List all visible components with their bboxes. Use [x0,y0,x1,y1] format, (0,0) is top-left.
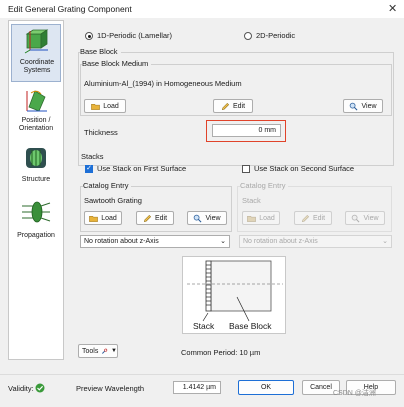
chevron-down-icon: ⌄ [220,238,226,245]
validity-label: Validity: [8,384,34,393]
medium-load-button[interactable]: Load [84,99,126,113]
second-stack-load-label: Load [259,214,275,222]
diagram-base-block-label: Base Block [229,321,272,331]
medium-view-label: View [361,102,377,110]
nav-item-label: Propagation [17,232,55,239]
second-stack-edit-label: Edit [312,214,326,222]
thickness-input[interactable]: 0 mm [212,124,281,137]
folder-icon [91,103,101,110]
catalog-entry-left-title: Catalog Entry [83,181,132,190]
magnifier-icon [352,214,360,222]
close-icon[interactable]: ✕ [388,2,397,15]
chevron-down-icon: ⌄ [382,238,388,245]
radio-1d-periodic-label: 1D-Periodic (Lamellar) [97,31,173,40]
diagram-stack-label: Stack [193,321,215,331]
stack-load-label: Load [101,214,117,222]
medium-value: Aluminium-Al_(1994) in Homogeneous Mediu… [84,79,242,88]
thickness-label: Thickness [84,128,118,137]
stack-load-button[interactable]: Load [84,211,122,225]
pencil-icon [221,102,230,110]
first-surface-label: Use Stack on First Surface [97,164,187,173]
catalog-entry-right-group [237,186,392,232]
second-stack-view-label: View [363,214,379,222]
window-title: Edit General Grating Component [8,4,132,14]
preview-wavelength-label: Preview Wavelength [76,384,145,393]
preview-wavelength-input[interactable]: 1.4142 µm [173,381,221,394]
radio-2d-periodic-label: 2D-Periodic [256,31,296,40]
folder-icon [89,215,99,222]
medium-edit-label: Edit [232,102,246,110]
tools-icon [102,348,108,354]
nav-item-label: Coordinate Systems [19,59,55,74]
position-orientation-icon [26,90,47,112]
second-stack-edit-button[interactable]: Edit [294,211,332,225]
valid-check-icon [35,383,45,393]
chevron-down-icon: ▼ [111,348,117,354]
common-period: Common Period: 10 µm [181,348,261,357]
base-block-medium-title: Base Block Medium [82,59,152,68]
magnifier-icon [194,214,202,222]
radio-2d-periodic[interactable] [244,32,252,40]
second-stack-rotation-value: No rotation about z-Axis [243,238,318,245]
second-stack-view-button[interactable]: View [345,211,385,225]
catalog-entry-right-title: Catalog Entry [240,181,289,190]
first-surface-checkbox[interactable]: ✓ [85,165,93,173]
medium-edit-button[interactable]: Edit [213,99,253,113]
category-nav: Coordinate Systems Position / Orientatio… [8,20,64,360]
nav-item-label: Structure [21,176,51,183]
tools-label: Tools [82,347,99,355]
coordinate-systems-icon [24,29,49,54]
second-stack-load-button[interactable]: Load [242,211,280,225]
pencil-icon [301,214,310,222]
nav-item-structure[interactable]: Structure [11,143,61,189]
catalog-right-name: Stack [242,196,261,205]
pencil-icon [143,214,152,222]
stack-rotation-value: No rotation about z-Axis [84,238,159,245]
nav-item-label: Position / Orientation [18,117,54,132]
propagation-icon [22,201,51,223]
nav-item-coordinate-systems[interactable]: Coordinate Systems [11,24,61,82]
medium-load-label: Load [103,102,119,110]
base-block-title: Base Block [80,47,121,56]
medium-view-button[interactable]: View [343,99,383,113]
second-stack-rotation-select[interactable]: No rotation about z-Axis ⌄ [239,235,392,248]
second-surface-label: Use Stack on Second Surface [254,164,355,173]
second-surface-checkbox[interactable] [242,165,250,173]
nav-item-propagation[interactable]: Propagation [11,197,61,251]
radio-1d-periodic[interactable] [85,32,93,40]
nav-item-position-orientation[interactable]: Position / Orientation [11,85,61,139]
stacks-title: Stacks [81,152,104,161]
folder-icon [247,215,257,222]
stack-view-label: View [205,214,221,222]
stack-rotation-select[interactable]: No rotation about z-Axis ⌄ [80,235,230,248]
ok-button[interactable]: OK [238,380,294,395]
magnifier-icon [350,102,358,110]
stack-diagram: Stack Base Block [182,256,286,334]
stack-edit-button[interactable]: Edit [136,211,174,225]
structure-icon [26,148,46,168]
watermark: CSDN @洁洲 [333,390,376,397]
main-panel: 1D-Periodic (Lamellar) 2D-Periodic Base … [72,22,396,362]
catalog-entry-left-group [80,186,232,232]
tools-button[interactable]: Tools ▼ [78,344,118,358]
stack-edit-label: Edit [154,214,168,222]
stack-view-button[interactable]: View [187,211,227,225]
catalog-left-name: Sawtooth Grating [84,196,142,205]
